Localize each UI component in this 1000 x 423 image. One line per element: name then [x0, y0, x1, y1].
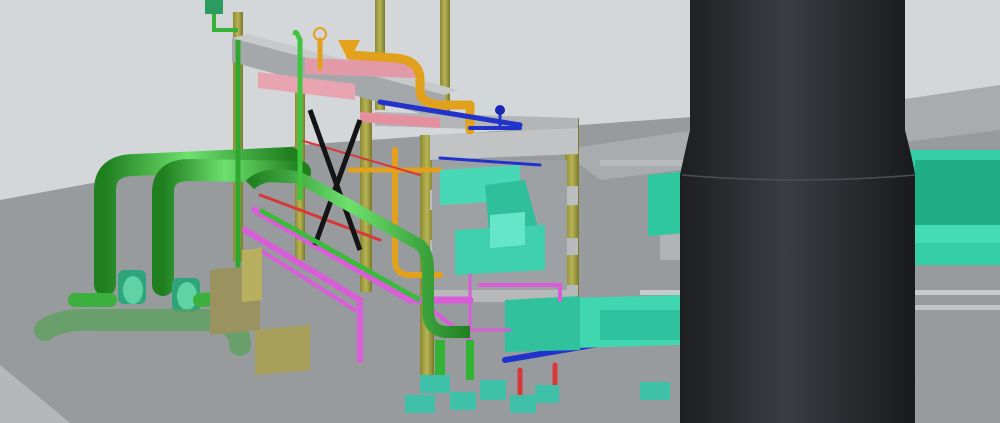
plant-3d-model-view: [0, 0, 1000, 423]
black-stack: [680, 0, 916, 423]
blue-valve: [495, 105, 505, 115]
